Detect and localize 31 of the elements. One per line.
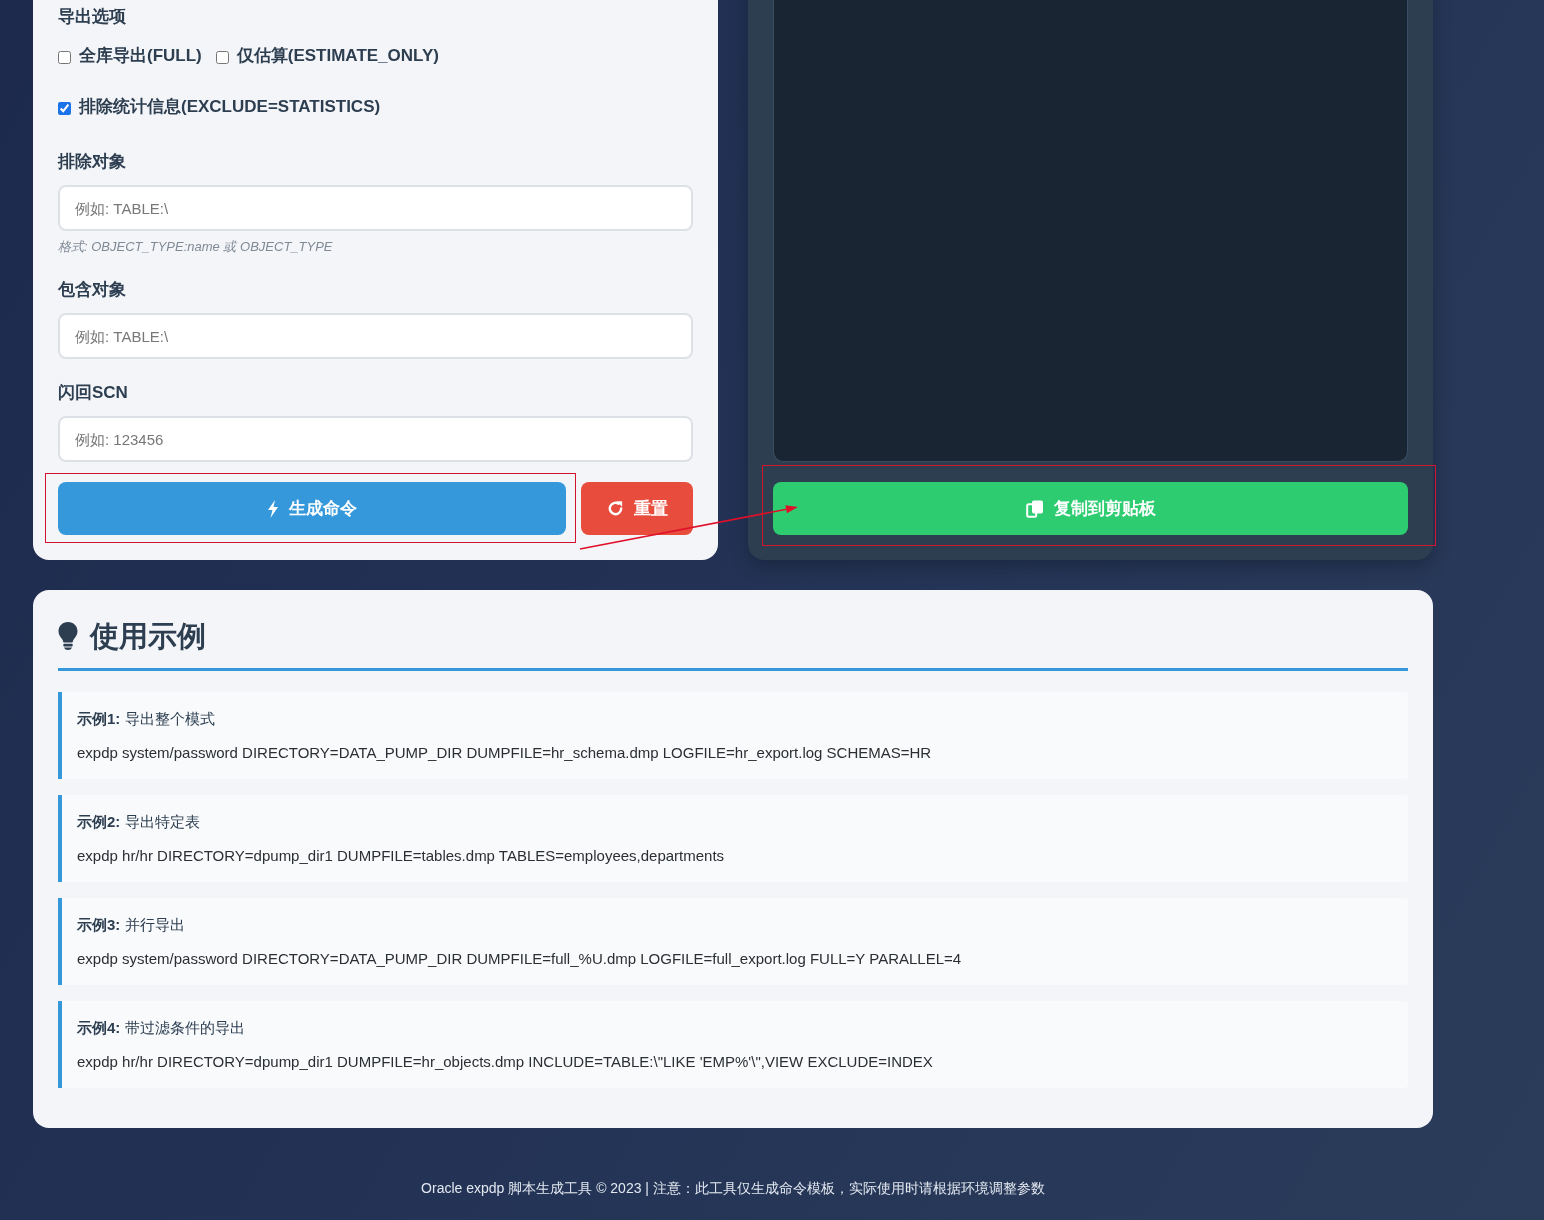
text-field[interactable]: 例如: TABLE:\: [58, 185, 693, 231]
field-label: 闪回SCN: [58, 382, 129, 404]
command-text: expdp system/password DIRECTORY=DATA_PUMP_DIR DUMPFILE=hr_schema.dmp LOGFILE=hr_export.log SCHEMAS=HR: [77, 743, 933, 763]
reset-button[interactable]: 重置: [581, 482, 693, 535]
command-text: expdp system/password DIRECTORY=DATA_PUMP_DIR DUMPFILE=full_%U.dmp LOGFILE=full_export.log FULL=Y PARALLEL=4: [77, 949, 963, 969]
copy-icon: [1025, 499, 1044, 518]
checkbox-label: 全库导出(FULL): [79, 45, 202, 67]
section-title: 使用示例: [90, 619, 206, 654]
checkbox[interactable]: [215, 50, 229, 64]
hint-text: 格式: OBJECT_TYPE:name 或 OBJECT_TYPE: [58, 238, 334, 256]
lightbulb-icon: [58, 622, 78, 650]
text-field[interactable]: 例如: TABLE:\: [58, 313, 693, 359]
footer-text: Oracle expdp 脚本生成工具 © 2023 | 注意：此工具仅生成命令模板，实际使用时请根据环境调整参数: [421, 1180, 1045, 1196]
copy-button[interactable]: 复制到剪贴板: [773, 482, 1408, 535]
field-label: 排除对象: [58, 151, 127, 173]
checkbox[interactable]: [58, 101, 71, 115]
checkbox-label: 仅估算(ESTIMATE_ONLY): [236, 45, 439, 67]
checkbox[interactable]: [58, 50, 71, 64]
refresh-icon: [606, 500, 624, 517]
example-title: 示例3: 并行导出: [77, 915, 186, 935]
generate-button[interactable]: 生成命令: [58, 482, 566, 535]
example-title: 示例4: 带过滤条件的导出: [77, 1018, 246, 1038]
field-label: 包含对象: [58, 279, 127, 301]
command-text: expdp hr/hr DIRECTORY=dpump_dir1 DUMPFILE=hr_objects.dmp INCLUDE=TABLE:\"LIKE 'EMP%'\",VIEW EXCLUDE=INDEX: [77, 1052, 934, 1072]
lightning-bolt-icon: [267, 499, 279, 518]
text-field[interactable]: 例如: 123456: [58, 416, 693, 462]
example-title: 示例2: 导出特定表: [77, 812, 201, 832]
example-title: 示例1: 导出整个模式: [77, 709, 216, 729]
section-label: 导出选项: [58, 6, 127, 28]
checkbox-label: 排除统计信息(EXCLUDE=STATISTICS): [79, 96, 381, 118]
command-text: expdp hr/hr DIRECTORY=dpump_dir1 DUMPFILE=tables.dmp TABLES=employees,departments: [77, 846, 726, 866]
